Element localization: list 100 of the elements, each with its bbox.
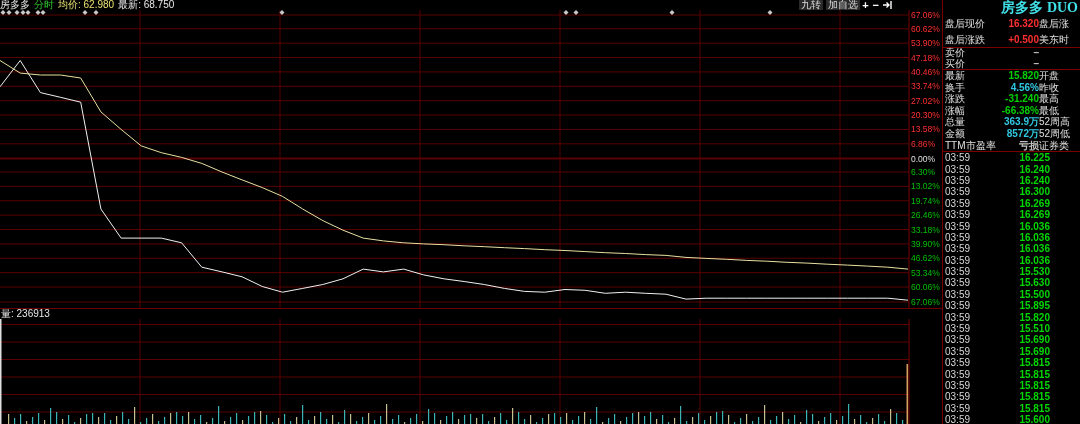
volume-label: 量: 236913 <box>1 308 50 319</box>
quote-label: 昨收 <box>1039 81 1060 94</box>
tick-time: 03:59 <box>945 186 971 198</box>
zoom-in-button[interactable]: + <box>860 0 871 10</box>
tick-price: 15.895 <box>1019 300 1050 312</box>
tick-price: 16.036 <box>1019 220 1050 232</box>
tick-price: 16.300 <box>1019 186 1050 198</box>
axis-tick-label: 47.18% <box>911 52 940 63</box>
tick-price: 16.269 <box>1019 197 1050 210</box>
tick-time: 03:59 <box>945 391 971 403</box>
axis-tick-label: 39.90% <box>911 238 940 249</box>
tick-price: 15.815 <box>1019 357 1050 369</box>
tick-price: 15.510 <box>1019 323 1050 335</box>
tick-price: 15.630 <box>1019 277 1050 289</box>
tick-time: 03:59 <box>945 288 971 301</box>
tick-price: 15.530 <box>1019 266 1050 278</box>
axis-tick-label: 19.74% <box>911 195 940 206</box>
tick-time: 03:59 <box>945 345 971 358</box>
axis-tick-label: 6.86% <box>911 138 936 149</box>
quote-label: 金额 <box>944 127 966 140</box>
axis-tick-label: 53.34% <box>911 267 940 278</box>
tick-price: 15.690 <box>1019 334 1050 346</box>
tick-time: 03:59 <box>945 231 971 244</box>
quote-value: – <box>1032 48 1039 59</box>
tick-time: 03:59 <box>945 334 971 346</box>
tick-price: 16.225 <box>1019 152 1050 164</box>
quote-label: 美东时 <box>1039 32 1070 47</box>
quote-label: 涨跌 <box>944 93 966 105</box>
quote-label: 最低 <box>1039 104 1060 117</box>
quote-value: 8572万 <box>1005 127 1039 140</box>
quote-label: 盘后涨跌 <box>944 32 986 47</box>
axis-tick-label: 40.46% <box>911 66 940 77</box>
axis-tick-label: 53.90% <box>911 38 940 49</box>
quote-value: 363.9万 <box>1002 116 1039 128</box>
quote-label: 总量 <box>944 116 966 128</box>
tick-time: 03:59 <box>945 220 971 232</box>
quote-value: 16.320 <box>1007 17 1039 31</box>
tick-price: 16.036 <box>1019 243 1050 255</box>
quote-label: 最高 <box>1039 93 1060 105</box>
tick-price: 16.036 <box>1019 254 1050 267</box>
tick-time: 03:59 <box>945 414 971 424</box>
tick-time: 03:59 <box>945 243 971 255</box>
tick-price: 15.690 <box>1019 345 1050 358</box>
tick-price: 16.240 <box>1019 174 1050 187</box>
tick-time: 03:59 <box>945 311 971 323</box>
tick-time: 03:59 <box>945 402 971 415</box>
axis-tick-label: 46.62% <box>911 253 940 264</box>
quote-label: 涨幅 <box>944 104 966 117</box>
axis-tick-label: 20.30% <box>911 110 940 121</box>
quote-label: 买价 <box>944 58 966 69</box>
axis-tick-label: 67.06% <box>911 297 940 307</box>
axis-tick-label: 67.06% <box>911 10 940 20</box>
tick-price: 15.815 <box>1019 402 1050 415</box>
chart-mode-tab[interactable]: 分时 <box>34 0 54 10</box>
quote-label: 证券类 <box>1039 139 1070 152</box>
tick-time: 03:59 <box>945 300 971 312</box>
axis-tick-label: 60.06% <box>911 282 940 292</box>
quote-value: +0.500 <box>1007 32 1039 47</box>
tick-price: 15.815 <box>1019 391 1050 403</box>
axis-tick-label: 33.18% <box>911 224 940 235</box>
average-price: 均价: 62.980 <box>58 0 115 10</box>
tick-time: 03:59 <box>945 163 971 175</box>
tick-price: 15.600 <box>1019 414 1050 424</box>
quote-label: 开盘 <box>1039 70 1060 82</box>
diamond-icon <box>767 10 773 15</box>
tick-time: 03:59 <box>945 357 971 369</box>
toolbar-button[interactable]: 加自选 <box>826 0 861 10</box>
tick-time: 03:59 <box>945 277 971 289</box>
stock-title: 房多多 DUO <box>1000 0 1079 16</box>
tick-time: 03:59 <box>945 368 971 380</box>
tick-time: 03:59 <box>945 209 971 221</box>
tick-time: 03:59 <box>945 379 971 392</box>
quote-label: 卖价 <box>944 48 966 58</box>
zoom-out-button[interactable]: − <box>870 0 881 10</box>
quote-label: 换手 <box>944 81 966 93</box>
arrow-bar-icon[interactable] <box>883 1 892 9</box>
quote-value: 4.56% <box>1009 81 1039 94</box>
stock-name: 房多多 <box>0 0 30 10</box>
quote-value: 15.820 <box>1007 70 1039 82</box>
diamond-icon <box>669 10 675 15</box>
tick-price: 15.815 <box>1019 368 1050 380</box>
quote-label: 52周高 <box>1039 116 1072 128</box>
tick-price: 15.500 <box>1019 288 1050 301</box>
tick-price: 16.240 <box>1019 163 1050 175</box>
axis-tick-label: 6.30% <box>911 167 936 177</box>
quote-label: 最新 <box>944 70 966 82</box>
tick-time: 03:59 <box>945 152 971 164</box>
toolbar-button[interactable]: 九转 <box>799 0 824 10</box>
axis-tick-label: 0.00% <box>911 153 936 164</box>
quote-label: 盘后现价 <box>944 17 986 31</box>
axis-tick-label: 26.46% <box>911 210 940 221</box>
tick-time: 03:59 <box>945 197 971 210</box>
tick-time: 03:59 <box>945 174 971 187</box>
quote-value: -31.240 <box>1004 93 1039 105</box>
tick-price: 16.036 <box>1019 231 1050 244</box>
quote-value: – <box>1032 58 1039 69</box>
tick-price: 15.820 <box>1019 311 1050 323</box>
quote-value: 亏损 <box>1018 139 1039 152</box>
quote-value: -66.38% <box>1000 104 1039 117</box>
quote-label: 盘后涨 <box>1039 17 1070 31</box>
